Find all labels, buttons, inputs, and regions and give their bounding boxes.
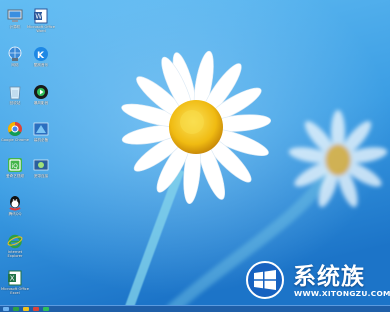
qq-icon	[9, 196, 21, 211]
svg-text:W: W	[35, 13, 42, 21]
kugou-icon: K	[34, 47, 48, 61]
desktop-icon-kugou[interactable]: K 酷狗音乐	[27, 46, 55, 82]
ie-taskbar-icon[interactable]	[13, 307, 19, 311]
desktop-icon-label: 酷狗音乐	[33, 63, 49, 67]
desktop-icon-manager[interactable]: 宽带连接	[27, 157, 55, 193]
installer-icon	[33, 122, 49, 136]
desktop-icon-label: 宽带连接	[33, 174, 49, 178]
media-taskbar-icon[interactable]	[43, 307, 49, 311]
desktop-icon-recycle-bin[interactable]: 回收站	[1, 84, 29, 120]
desktop-icon-computer[interactable]: 计算机	[1, 8, 29, 44]
word-icon: W	[34, 8, 48, 24]
computer-icon	[7, 9, 23, 22]
desktop-icon-label: 暴风影音	[33, 101, 49, 105]
svg-text:iQ: iQ	[12, 163, 19, 170]
desktop-icon-installer[interactable]: 装机必备	[27, 121, 55, 157]
manager-icon	[33, 159, 49, 171]
desktop-icon-label: Google Chrome	[1, 138, 29, 142]
svg-text:K: K	[37, 51, 45, 61]
desktop-icon-label: 装机必备	[33, 138, 49, 142]
desktop-icon-area: 计算机 W Microsoft Office Word 网络 K 酷狗音乐 回收…	[0, 0, 60, 305]
desktop-icon-label: Microsoft Office Word	[27, 25, 55, 33]
svg-text:X: X	[10, 275, 15, 283]
desktop-icon-label: 网络	[11, 63, 19, 67]
desktop-icon-label: Microsoft Office Excel	[1, 287, 29, 295]
desktop-icon-label: 回收站	[9, 101, 21, 105]
excel-icon: X	[8, 270, 22, 286]
network-icon	[8, 46, 22, 61]
desktop-icon-media-player[interactable]: 暴风影音	[27, 84, 55, 120]
watermark-title: 系统族	[293, 264, 365, 290]
windows-logo-icon	[246, 261, 284, 299]
desktop-icon-chrome[interactable]: Google Chrome	[1, 121, 29, 157]
desktop-icon-iqiyi[interactable]: iQ 爱奇艺视频	[1, 157, 29, 193]
site-watermark: 系统族 WWW.XITONGZU.COM	[240, 258, 390, 302]
desktop-icon-label: 计算机	[9, 25, 21, 29]
desktop-icon-label: 爱奇艺视频	[6, 174, 24, 178]
desktop-icon-excel[interactable]: X Microsoft Office Excel	[1, 270, 29, 306]
ie-icon	[7, 234, 23, 249]
desktop-icon-label: Internet Explorer	[7, 250, 23, 258]
desktop-icon-word[interactable]: W Microsoft Office Word	[27, 8, 55, 44]
chrome-taskbar-icon[interactable]	[33, 307, 39, 311]
start-icon[interactable]	[3, 307, 9, 311]
desktop-icon-network[interactable]: 网络	[1, 46, 29, 82]
explorer-icon[interactable]	[23, 307, 29, 311]
media-player-icon	[34, 85, 48, 99]
iqiyi-icon: iQ	[8, 158, 22, 172]
watermark-url: WWW.XITONGZU.COM	[294, 289, 390, 298]
chrome-icon	[8, 122, 22, 136]
recycle-bin-icon	[9, 86, 21, 100]
desktop-icon-label: 腾讯QQ	[8, 212, 22, 216]
desktop-icon-ie[interactable]: Internet Explorer	[1, 233, 29, 269]
desktop-icon-qq[interactable]: 腾讯QQ	[1, 195, 29, 231]
